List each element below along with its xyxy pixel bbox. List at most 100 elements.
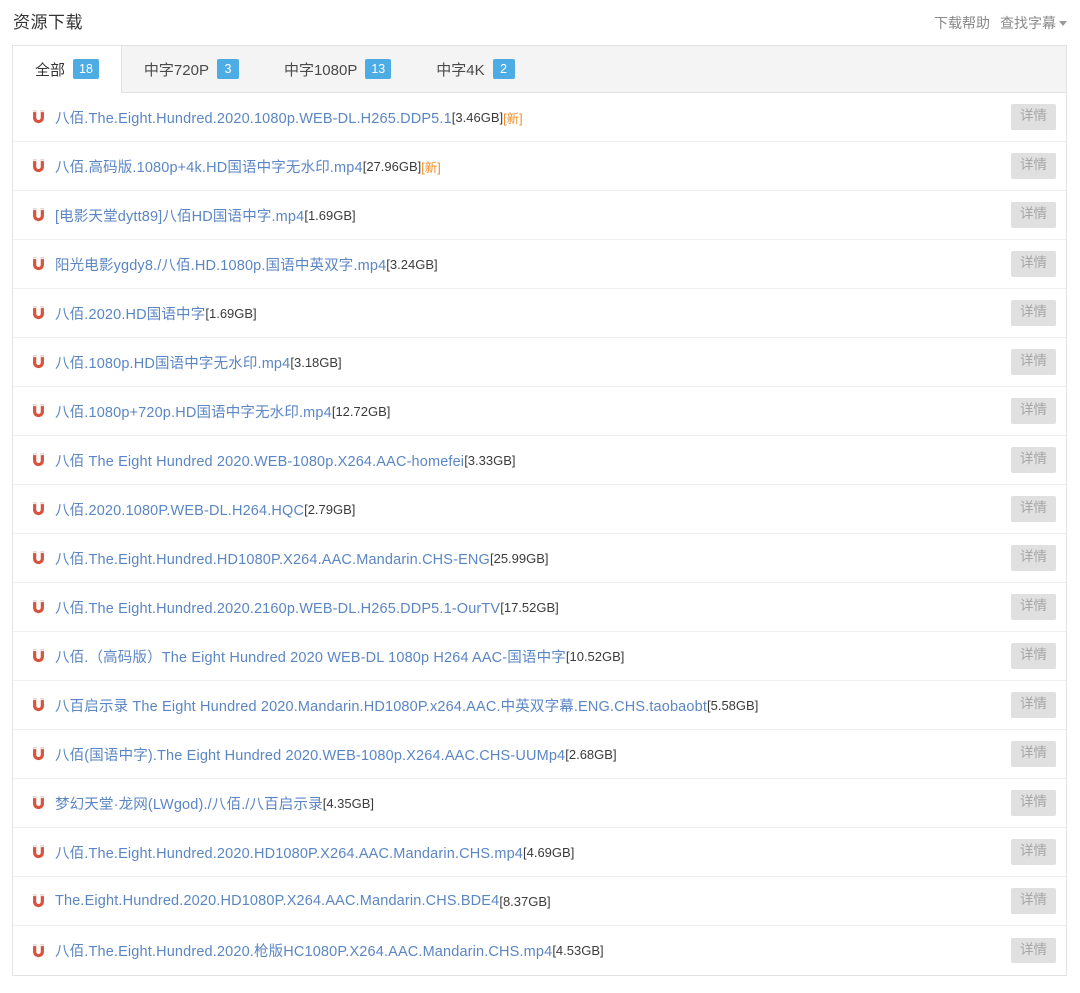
- magnet-icon[interactable]: [31, 550, 46, 566]
- download-panel: 全部 18 中字720P 3 中字1080P 13 中字4K 2 八佰.The.…: [12, 45, 1067, 976]
- magnet-icon[interactable]: [31, 795, 46, 811]
- magnet-icon[interactable]: [31, 452, 46, 468]
- resource-entry: 八佰.The.Eight.Hundred.2020.1080p.WEB-DL.H…: [31, 107, 999, 128]
- detail-button[interactable]: 详情: [1011, 496, 1056, 522]
- download-help-link[interactable]: 下载帮助: [934, 13, 990, 33]
- table-row: 八百启示录 The Eight Hundred 2020.Mandarin.HD…: [13, 681, 1066, 730]
- detail-button[interactable]: 详情: [1011, 692, 1056, 718]
- resource-link[interactable]: 八佰.The Eight.Hundred.2020.2160p.WEB-DL.H…: [55, 597, 500, 618]
- resource-link[interactable]: 八佰.The.Eight.Hundred.2020.HD1080P.X264.A…: [55, 842, 523, 863]
- tab-chinese-1080p-count: 13: [365, 59, 392, 79]
- resource-list: 八佰.The.Eight.Hundred.2020.1080p.WEB-DL.H…: [13, 93, 1066, 975]
- table-row: 阳光电影ygdy8./八佰.HD.1080p.国语中英双字.mp4 [3.24GB…: [13, 240, 1066, 289]
- table-row: 八佰(国语中字).The Eight Hundred 2020.WEB-1080…: [13, 730, 1066, 779]
- page-header: 资源下载 下载帮助 查找字幕: [0, 0, 1080, 45]
- detail-button[interactable]: 详情: [1011, 594, 1056, 620]
- resource-entry: 八佰.The.Eight.Hundred.2020.HD1080P.X264.A…: [31, 842, 999, 863]
- tab-all[interactable]: 全部 18: [13, 46, 122, 93]
- magnet-icon[interactable]: [31, 403, 46, 419]
- resource-link[interactable]: 八佰 The Eight Hundred 2020.WEB-1080p.X264…: [55, 450, 464, 471]
- resource-size: [8.37GB]: [499, 893, 551, 909]
- tab-chinese-1080p[interactable]: 中字1080P 13: [262, 46, 414, 92]
- detail-button[interactable]: 详情: [1011, 398, 1056, 424]
- tab-chinese-1080p-label: 中字1080P: [283, 61, 358, 79]
- resource-link[interactable]: 八佰.2020.1080P.WEB-DL.H264.HQC: [55, 499, 304, 520]
- magnet-icon[interactable]: [31, 746, 46, 762]
- new-badge: [新]: [503, 111, 523, 126]
- resource-size: [1.69GB]: [205, 305, 257, 321]
- detail-button[interactable]: 详情: [1011, 839, 1056, 865]
- detail-button[interactable]: 详情: [1011, 349, 1056, 375]
- resource-entry: 八佰.2020.HD国语中字 [1.69GB]: [31, 303, 999, 324]
- magnet-icon[interactable]: [31, 109, 46, 125]
- detail-button[interactable]: 详情: [1011, 447, 1056, 473]
- tab-chinese-720p[interactable]: 中字720P 3: [122, 46, 262, 92]
- resource-link[interactable]: 八佰.1080p+720p.HD国语中字无水印.mp4: [55, 401, 332, 422]
- resource-link[interactable]: 八佰.高码版.1080p+4k.HD国语中字无水印.mp4: [55, 156, 363, 177]
- table-row: 八佰.The Eight.Hundred.2020.2160p.WEB-DL.H…: [13, 583, 1066, 632]
- resource-link[interactable]: 阳光电影ygdy8./八佰.HD.1080p.国语中英双字.mp4: [55, 254, 386, 275]
- table-row: 八佰.The.Eight.Hundred.2020.1080p.WEB-DL.H…: [13, 93, 1066, 142]
- detail-button[interactable]: 详情: [1011, 937, 1056, 964]
- table-row: 八佰.The.Eight.Hundred.2020.HD1080P.X264.A…: [13, 828, 1066, 877]
- resource-size: [2.68GB]: [565, 746, 617, 762]
- detail-button[interactable]: 详情: [1011, 643, 1056, 669]
- resource-link[interactable]: 八百启示录 The Eight Hundred 2020.Mandarin.HD…: [55, 695, 707, 716]
- resource-link[interactable]: The.Eight.Hundred.2020.HD1080P.X264.AAC.…: [55, 893, 499, 909]
- detail-button[interactable]: 详情: [1011, 300, 1056, 326]
- resource-entry: 八佰.2020.1080P.WEB-DL.H264.HQC [2.79GB]: [31, 499, 999, 520]
- resource-download-page: 资源下载 下载帮助 查找字幕 全部 18 中字720P 3 中字1080P 13…: [0, 0, 1080, 993]
- resource-link[interactable]: [电影天堂dytt89]八佰HD国语中字.mp4: [55, 205, 304, 226]
- detail-button[interactable]: 详情: [1011, 888, 1056, 914]
- magnet-icon[interactable]: [31, 599, 46, 615]
- table-row: [电影天堂dytt89]八佰HD国语中字.mp4 [1.69GB] 详情: [13, 191, 1066, 240]
- resource-entry: 梦幻天堂·龙网(LWgod)./八佰./八百启示录 [4.35GB]: [31, 793, 999, 814]
- tab-chinese-720p-label: 中字720P: [143, 61, 209, 79]
- resource-entry: 八佰.The Eight.Hundred.2020.2160p.WEB-DL.H…: [31, 597, 999, 618]
- resource-entry: 八佰.高码版.1080p+4k.HD国语中字无水印.mp4 [27.96GB] [新…: [31, 156, 999, 177]
- resource-link[interactable]: 八佰.The.Eight.Hundred.2020.枪版HC1080P.X264…: [55, 940, 552, 961]
- new-badge: [新]: [421, 160, 441, 175]
- resource-entry: [电影天堂dytt89]八佰HD国语中字.mp4 [1.69GB]: [31, 205, 999, 226]
- magnet-icon[interactable]: [31, 158, 46, 174]
- resource-size: [3.18GB]: [290, 354, 342, 370]
- resource-link[interactable]: 八佰.1080p.HD国语中字无水印.mp4: [55, 352, 290, 373]
- detail-button[interactable]: 详情: [1011, 545, 1056, 571]
- magnet-icon[interactable]: [31, 207, 46, 223]
- magnet-icon[interactable]: [31, 501, 46, 517]
- resource-link[interactable]: 八佰.（高码版）The Eight Hundred 2020 WEB-DL 10…: [55, 646, 566, 667]
- resource-size: [1.69GB]: [304, 207, 356, 223]
- tab-chinese-4k[interactable]: 中字4K 2: [414, 46, 537, 92]
- find-subtitles-link[interactable]: 查找字幕: [1000, 13, 1067, 33]
- resource-link[interactable]: 八佰.The.Eight.Hundred.HD1080P.X264.AAC.Ma…: [55, 548, 490, 569]
- magnet-icon[interactable]: [31, 256, 46, 272]
- resource-entry: The.Eight.Hundred.2020.HD1080P.X264.AAC.…: [31, 893, 999, 909]
- detail-button[interactable]: 详情: [1011, 790, 1056, 816]
- magnet-icon[interactable]: [31, 844, 46, 860]
- resource-entry: 八佰.The.Eight.Hundred.2020.枪版HC1080P.X264…: [31, 940, 999, 961]
- resource-entry: 阳光电影ygdy8./八佰.HD.1080p.国语中英双字.mp4 [3.24GB…: [31, 254, 999, 275]
- resource-size: [4.53GB]: [552, 943, 604, 958]
- resource-link[interactable]: 八佰.The.Eight.Hundred.2020.1080p.WEB-DL.H…: [55, 107, 452, 128]
- magnet-icon[interactable]: [31, 697, 46, 713]
- table-row: 八佰.2020.1080P.WEB-DL.H264.HQC [2.79GB] 详情: [13, 485, 1066, 534]
- detail-button[interactable]: 详情: [1011, 153, 1056, 179]
- detail-button[interactable]: 详情: [1011, 251, 1056, 277]
- magnet-icon[interactable]: [31, 648, 46, 664]
- resource-entry: 八佰.1080p+720p.HD国语中字无水印.mp4 [12.72GB]: [31, 401, 999, 422]
- resource-link[interactable]: 八佰.2020.HD国语中字: [55, 303, 205, 324]
- resource-link[interactable]: 梦幻天堂·龙网(LWgod)./八佰./八百启示录: [55, 793, 323, 814]
- detail-button[interactable]: 详情: [1011, 104, 1056, 130]
- detail-button[interactable]: 详情: [1011, 202, 1056, 228]
- resource-entry: 八百启示录 The Eight Hundred 2020.Mandarin.HD…: [31, 695, 999, 716]
- resource-size: [27.96GB]: [362, 158, 422, 174]
- magnet-icon[interactable]: [31, 305, 46, 321]
- magnet-icon[interactable]: [31, 893, 46, 909]
- table-row: 八佰.1080p+720p.HD国语中字无水印.mp4 [12.72GB] 详情: [13, 387, 1066, 436]
- table-row: 八佰.The.Eight.Hundred.HD1080P.X264.AAC.Ma…: [13, 534, 1066, 583]
- magnet-icon[interactable]: [31, 943, 46, 959]
- filter-tabbar: 全部 18 中字720P 3 中字1080P 13 中字4K 2: [13, 46, 1066, 93]
- magnet-icon[interactable]: [31, 354, 46, 370]
- detail-button[interactable]: 详情: [1011, 741, 1056, 767]
- resource-link[interactable]: 八佰(国语中字).The Eight Hundred 2020.WEB-1080…: [55, 744, 565, 765]
